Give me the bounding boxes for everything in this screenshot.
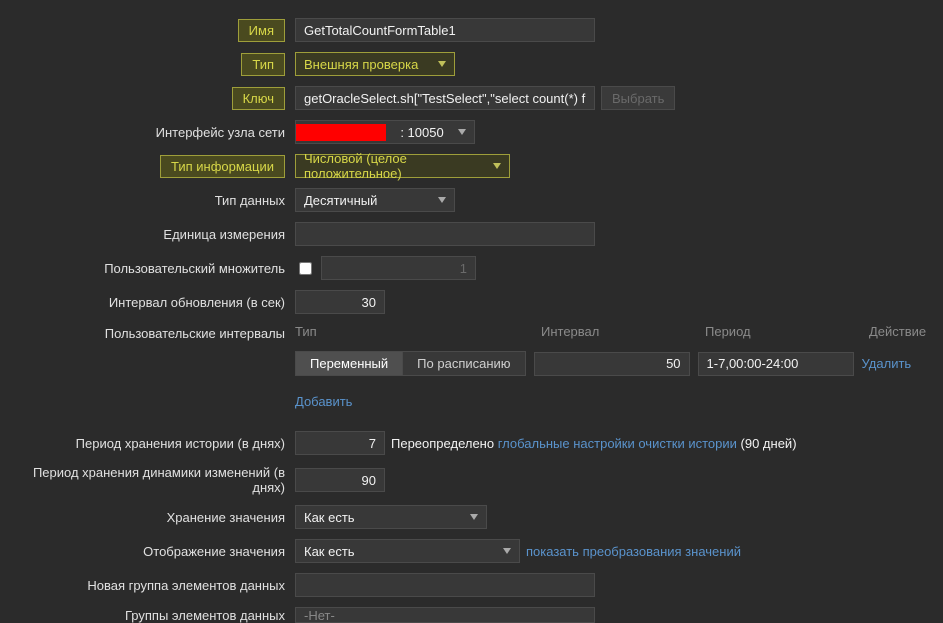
toggle-scheduled[interactable]: По расписанию [403,352,524,375]
new-app-input[interactable] [295,573,595,597]
interface-label: Интерфейс узла сети [0,125,295,140]
interface-select[interactable]: : 10050 [295,120,475,144]
name-label: Имя [238,19,285,42]
chevron-down-icon [438,61,446,67]
interval-add-link[interactable]: Добавить [295,394,352,409]
info-type-value: Числовой (целое положительное) [304,151,483,181]
history-settings-link[interactable]: глобальные настройки очистки истории [498,436,737,451]
trends-label: Период хранения динамики изменений (в дн… [0,465,295,495]
chevron-down-icon [438,197,446,203]
store-value-label: Хранение значения [0,510,295,525]
history-override-text: Переопределено глобальные настройки очис… [391,436,797,451]
update-interval-input[interactable] [295,290,385,314]
unit-input[interactable] [295,222,595,246]
intervals-header-interval: Интервал [541,324,705,339]
multiplier-input: 1 [321,256,476,280]
custom-intervals-label: Пользовательские интервалы [0,324,295,341]
interval-value-input[interactable] [534,352,690,376]
chevron-down-icon [470,514,478,520]
multiplier-label: Пользовательский множитель [0,261,295,276]
intervals-header-type: Тип [295,324,541,339]
type-select[interactable]: Внешняя проверка [295,52,455,76]
multiplier-checkbox[interactable] [299,262,312,275]
show-value-link[interactable]: показать преобразования значений [526,544,741,559]
show-value-select[interactable]: Как есть [295,539,520,563]
type-select-value: Внешняя проверка [304,57,418,72]
info-type-label: Тип информации [160,155,285,178]
name-input[interactable] [295,18,595,42]
select-button[interactable]: Выбрать [601,86,675,110]
trends-input[interactable] [295,468,385,492]
key-label: Ключ [232,87,285,110]
apps-value: -Нет- [304,608,335,623]
data-type-value: Десятичный [304,193,377,208]
show-value-label: Отображение значения [0,544,295,559]
intervals-header-period: Период [705,324,869,339]
toggle-flexible[interactable]: Переменный [296,352,403,375]
data-type-label: Тип данных [0,193,295,208]
interval-type-toggle[interactable]: Переменный По расписанию [295,351,526,376]
history-label: Период хранения истории (в днях) [0,436,295,451]
data-type-select[interactable]: Десятичный [295,188,455,212]
intervals-header-action: Действие [869,324,929,339]
update-interval-label: Интервал обновления (в сек) [0,295,295,310]
show-value-text: Как есть [304,544,355,559]
history-input[interactable] [295,431,385,455]
store-value-text: Как есть [304,510,355,525]
chevron-down-icon [493,163,501,169]
apps-label: Группы элементов данных [0,608,295,623]
type-label: Тип [241,53,285,76]
interface-port: : 10050 [400,125,443,140]
store-value-select[interactable]: Как есть [295,505,487,529]
interval-delete-link[interactable]: Удалить [862,356,912,371]
unit-label: Единица измерения [0,227,295,242]
key-input[interactable] [295,86,595,110]
interval-period-input[interactable] [698,352,854,376]
chevron-down-icon [458,129,466,135]
info-type-select[interactable]: Числовой (целое положительное) [295,154,510,178]
chevron-down-icon [503,548,511,554]
new-app-label: Новая группа элементов данных [0,578,295,593]
apps-select[interactable]: -Нет- [295,607,595,623]
redacted-host [296,124,386,141]
